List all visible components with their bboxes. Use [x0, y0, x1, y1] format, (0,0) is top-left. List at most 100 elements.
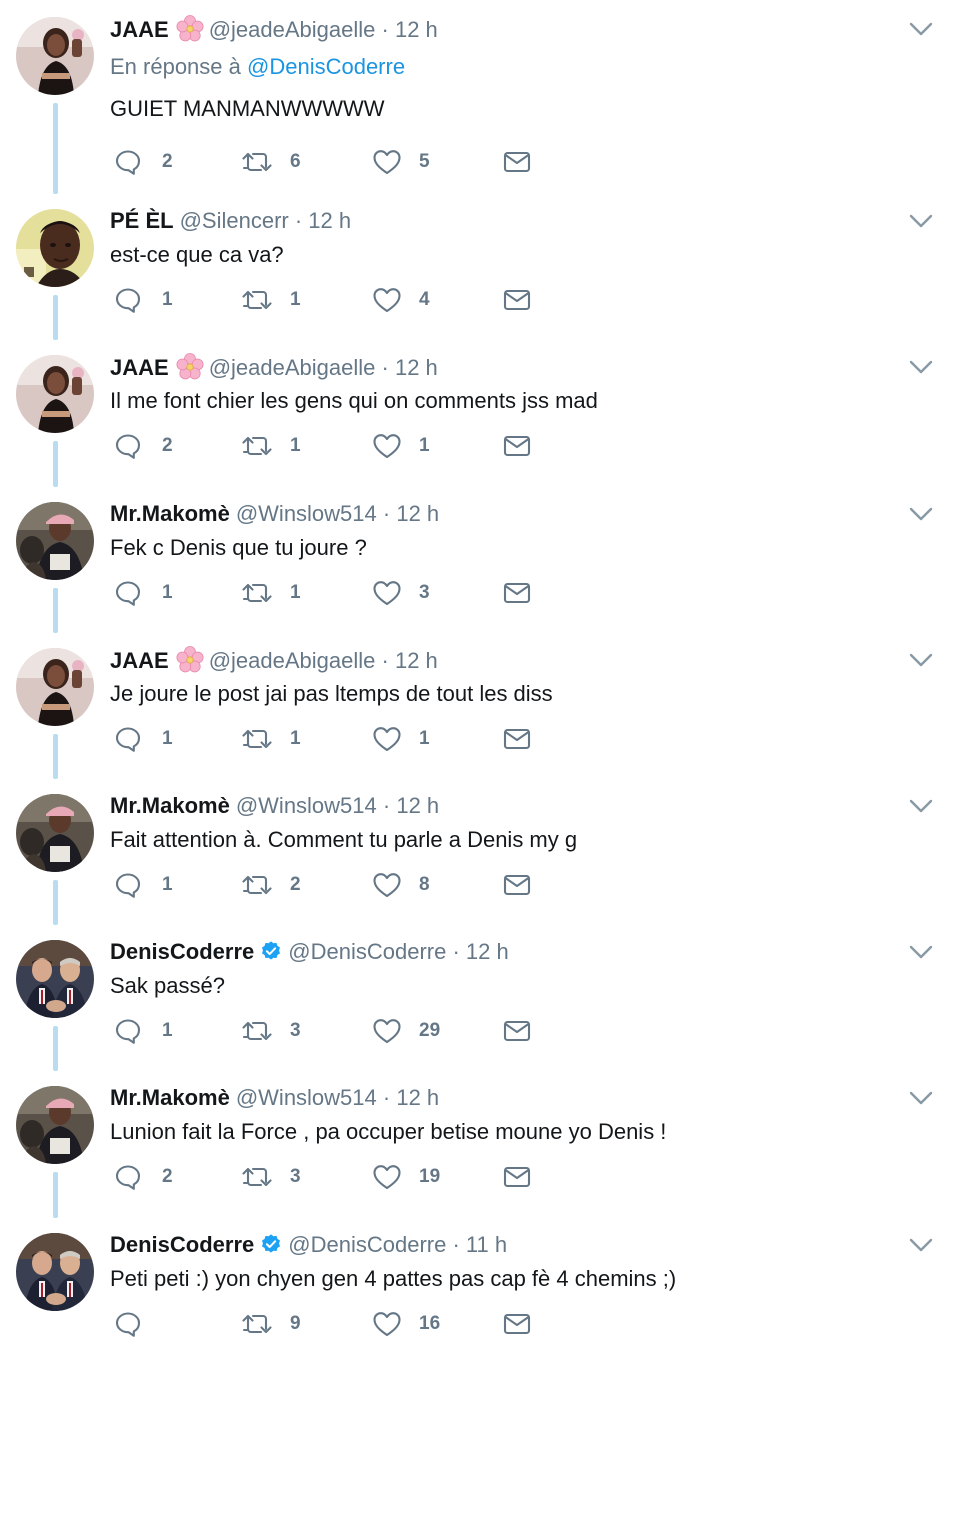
tweet-actions: 1 1 1 — [110, 719, 550, 759]
direct-message-button[interactable] — [503, 573, 531, 613]
chevron-down-icon[interactable] — [906, 210, 936, 232]
user-handle[interactable]: @jeadeAbigaelle — [209, 648, 376, 673]
user-handle[interactable]: @jeadeAbigaelle — [209, 17, 376, 42]
direct-message-button[interactable] — [503, 426, 531, 466]
timestamp[interactable]: 12 h — [396, 793, 439, 818]
user-handle[interactable]: @DenisCoderre — [288, 939, 446, 964]
chevron-down-icon[interactable] — [906, 356, 936, 378]
thread-connector-line — [53, 295, 58, 340]
retweet-button[interactable]: 3 — [240, 1011, 301, 1051]
like-button[interactable]: 1 — [372, 719, 430, 759]
direct-message-button[interactable] — [503, 1011, 531, 1051]
avatar-makome[interactable] — [16, 1086, 94, 1164]
tweet-actions: 1 2 8 — [110, 865, 550, 905]
timestamp[interactable]: 12 h — [396, 501, 439, 526]
tweet-header: JAAE @jeadeAbigaelle · 12 h — [110, 14, 438, 44]
retweet-button[interactable]: 6 — [240, 142, 301, 182]
avatar-denis[interactable] — [16, 1233, 94, 1311]
reply-button[interactable]: 2 — [114, 1157, 173, 1197]
display-name[interactable]: JAAE — [110, 355, 169, 380]
like-button[interactable]: 4 — [372, 280, 430, 320]
timestamp[interactable]: 12 h — [396, 1085, 439, 1110]
reply-count: 1 — [162, 728, 173, 749]
avatar-jaae[interactable] — [16, 648, 94, 726]
verified-badge-icon — [260, 1233, 282, 1255]
display-name[interactable]: DenisCoderre — [110, 1232, 254, 1257]
timestamp[interactable]: 12 h — [395, 355, 438, 380]
retweet-button[interactable]: 3 — [240, 1157, 301, 1197]
display-name[interactable]: Mr.Makomè — [110, 501, 230, 526]
tweet-header: DenisCoderre @DenisCoderre · 11 h — [110, 1230, 507, 1260]
user-handle[interactable]: @Silencerr — [180, 208, 289, 233]
reply-button[interactable]: 1 — [114, 719, 173, 759]
cherry-blossom-icon — [175, 645, 205, 675]
direct-message-button[interactable] — [503, 1304, 531, 1344]
user-handle[interactable]: @jeadeAbigaelle — [209, 355, 376, 380]
timestamp[interactable]: 12 h — [395, 17, 438, 42]
display-name[interactable]: Mr.Makomè — [110, 793, 230, 818]
chevron-down-icon[interactable] — [906, 649, 936, 671]
timestamp[interactable]: 12 h — [395, 648, 438, 673]
tweet-header: PÉ ÈL @Silencerr · 12 h — [110, 206, 351, 236]
separator-dot: · — [381, 16, 389, 42]
reply-button[interactable]: 1 — [114, 1011, 173, 1051]
chevron-down-icon[interactable] — [906, 1234, 936, 1256]
reply-button[interactable]: 1 — [114, 573, 173, 613]
user-handle[interactable]: @Winslow514 — [236, 793, 377, 818]
reply-button[interactable]: 1 — [114, 280, 173, 320]
direct-message-button[interactable] — [503, 719, 531, 759]
like-button[interactable]: 8 — [372, 865, 430, 905]
avatar-jaae[interactable] — [16, 355, 94, 433]
reply-button[interactable]: 2 — [114, 142, 173, 182]
display-name[interactable]: DenisCoderre — [110, 939, 254, 964]
timestamp[interactable]: 12 h — [308, 208, 351, 233]
tweet-text: Lunion fait la Force , pa occuper betise… — [110, 1119, 667, 1144]
retweet-button[interactable]: 1 — [240, 573, 301, 613]
retweet-button[interactable]: 1 — [240, 280, 301, 320]
avatar-peel[interactable] — [16, 209, 94, 287]
timestamp[interactable]: 11 h — [466, 1232, 507, 1257]
retweet-button[interactable]: 9 — [240, 1304, 301, 1344]
chevron-down-icon[interactable] — [906, 1087, 936, 1109]
avatar-jaae[interactable] — [16, 17, 94, 95]
like-button[interactable]: 1 — [372, 426, 430, 466]
chevron-down-icon[interactable] — [906, 941, 936, 963]
envelope-icon — [503, 873, 531, 897]
verified-badge-icon — [260, 940, 282, 962]
separator-dot: · — [382, 793, 391, 818]
direct-message-button[interactable] — [503, 280, 531, 320]
display-name[interactable]: PÉ ÈL — [110, 208, 174, 233]
chevron-down-icon[interactable] — [906, 18, 936, 40]
like-button[interactable]: 16 — [372, 1304, 440, 1344]
user-handle[interactable]: @Winslow514 — [236, 501, 377, 526]
avatar-makome[interactable] — [16, 794, 94, 872]
avatar-denis[interactable] — [16, 940, 94, 1018]
like-button[interactable]: 29 — [372, 1011, 440, 1051]
thread-connector-line — [53, 734, 58, 779]
display-name[interactable]: JAAE — [110, 648, 169, 673]
user-handle[interactable]: @Winslow514 — [236, 1085, 377, 1110]
retweet-button[interactable]: 1 — [240, 426, 301, 466]
like-button[interactable]: 19 — [372, 1157, 440, 1197]
user-handle[interactable]: @DenisCoderre — [288, 1232, 446, 1257]
tweet-text: Peti peti :) yon chyen gen 4 pattes pas … — [110, 1266, 677, 1291]
chevron-down-icon[interactable] — [906, 503, 936, 525]
direct-message-button[interactable] — [503, 865, 531, 905]
like-count: 8 — [419, 874, 430, 895]
display-name[interactable]: Mr.Makomè — [110, 1085, 230, 1110]
display-name[interactable]: JAAE — [110, 17, 169, 42]
reply-button[interactable]: 2 — [114, 426, 173, 466]
avatar-makome[interactable] — [16, 502, 94, 580]
timestamp[interactable]: 12 h — [466, 939, 509, 964]
chevron-down-icon[interactable] — [906, 795, 936, 817]
envelope-icon — [503, 727, 531, 751]
like-button[interactable]: 5 — [372, 142, 430, 182]
reply-mention-link[interactable]: @DenisCoderre — [247, 54, 405, 79]
retweet-button[interactable]: 1 — [240, 719, 301, 759]
reply-button[interactable]: 1 — [114, 865, 173, 905]
reply-button[interactable] — [114, 1304, 162, 1344]
like-button[interactable]: 3 — [372, 573, 430, 613]
direct-message-button[interactable] — [503, 142, 531, 182]
direct-message-button[interactable] — [503, 1157, 531, 1197]
retweet-button[interactable]: 2 — [240, 865, 301, 905]
